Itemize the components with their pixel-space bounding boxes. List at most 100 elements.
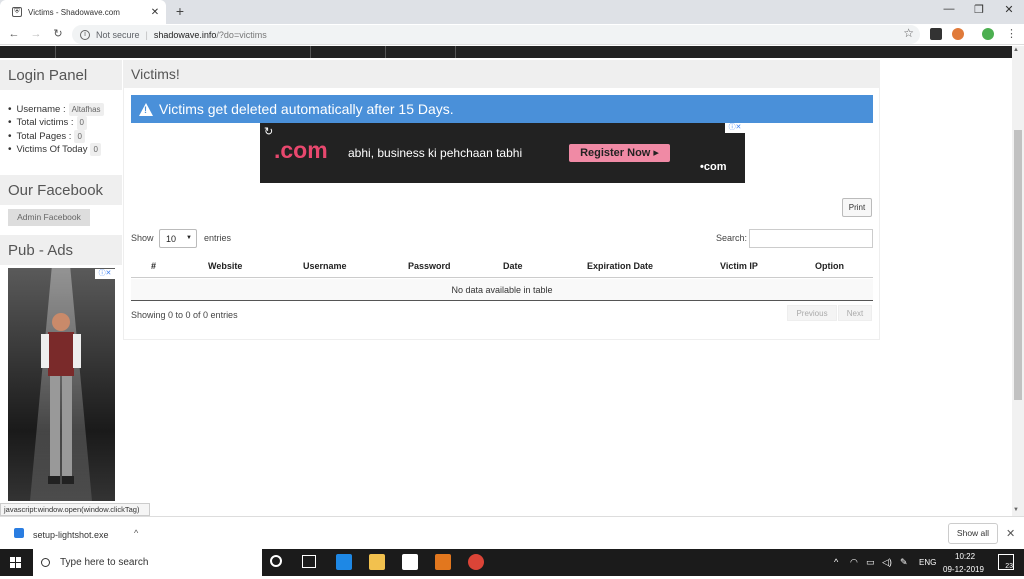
address-bar[interactable]: i Not secure | shadowave.info /?do=victi… [72,25,920,44]
stat-label: Username : [16,104,66,115]
stat-total-victims: Total victims :0 [8,116,120,130]
search-label: Search: [716,233,748,243]
cortana-icon[interactable] [270,555,282,567]
info-alert: ! Victims get deleted automatically afte… [131,95,873,123]
extension-m-icon[interactable] [930,28,942,40]
print-button[interactable]: Print [842,198,872,217]
column-header[interactable]: Password [408,261,451,271]
ad-register-button[interactable]: Register Now ▸ [569,144,670,162]
new-tab-button[interactable]: + [172,3,188,21]
clock-date[interactable]: 09-12-2019 [943,565,984,574]
close-tab-icon[interactable]: ✕ [148,7,162,18]
banner-ad[interactable]: ↻ .com abhi, business ki pehchaan tabhi … [260,123,745,183]
entries-label: entries [204,233,232,243]
close-download-bar-icon[interactable]: ✕ [1006,527,1015,540]
chrome-icon[interactable] [468,554,484,570]
page-length-value: 10 [166,234,177,244]
previous-button[interactable]: Previous [787,305,837,321]
scroll-up-icon[interactable]: ▲ [1013,47,1019,53]
sidebar-ad-image[interactable]: ⓘ✕ [8,268,115,501]
maximize-icon[interactable]: ❐ [964,3,994,21]
facebook-heading: Our Facebook [0,175,122,205]
stat-value: 0 [76,116,87,130]
download-filename[interactable]: setup-lightshot.exe [33,530,109,540]
column-header[interactable]: Expiration Date [587,261,653,271]
tray-chevron-icon[interactable]: ^ [834,557,838,567]
column-header[interactable]: Date [503,261,523,271]
column-header[interactable]: Username [303,261,347,271]
task-view-icon[interactable] [302,555,316,568]
stat-username: Username :Altafhas [8,103,120,117]
volume-icon[interactable]: ◁) [882,557,892,568]
battery-icon[interactable]: ▭ [866,557,875,568]
table-empty-row: No data available in table [131,279,873,301]
ad-dotcom-logo: .com [274,137,328,163]
show-label: Show [131,233,154,243]
admin-facebook-button[interactable]: Admin Facebook [8,209,90,226]
security-label: Not secure [96,29,140,40]
page-length-select[interactable]: 10 ▼ [159,229,197,248]
extension-ball-icon[interactable] [952,28,964,40]
url-path: /?do=victims [216,29,267,40]
language-indicator[interactable]: ENG [919,558,936,567]
link-status-bar: javascript:window.open(window.clickTag) [0,503,150,516]
file-explorer-icon[interactable] [369,554,385,570]
wifi-icon[interactable]: ◠ [850,557,858,568]
next-button[interactable]: Next [838,305,872,321]
table-info: Showing 0 to 0 of 0 entries [131,310,238,320]
browser-tab[interactable]: ⛨ Victims - Shadowave.com ✕ [0,0,166,24]
ad-small-logo: •com [700,161,727,173]
column-header[interactable]: Option [815,261,844,271]
notification-icon[interactable]: 23 [998,554,1014,570]
scrollbar-thumb[interactable] [1014,130,1022,400]
search-icon [41,558,50,567]
store-icon[interactable] [402,554,418,570]
show-all-button[interactable]: Show all [948,523,998,544]
installer-file-icon [14,528,24,538]
bookmark-star-icon[interactable]: ☆ [903,26,914,40]
ad-tagline: abhi, business ki pehchaan tabhi [348,146,523,160]
page-title: Victims! [123,60,880,88]
shield-favicon-icon: ⛨ [12,7,22,17]
taskbar-search-placeholder: Type here to search [60,557,149,568]
nav-divider [310,46,311,58]
scroll-down-icon[interactable]: ▼ [1013,507,1019,513]
url-host: shadowave.info [153,29,217,40]
nav-divider [55,46,56,58]
column-header[interactable]: Website [208,261,242,271]
stat-label: Total Pages : [16,130,72,142]
reload-icon[interactable]: ↻ [50,26,66,42]
pen-icon[interactable]: ✎ [900,557,908,568]
back-arrow-icon[interactable]: ← [6,26,22,42]
column-header[interactable]: Victim IP [720,261,758,271]
taskbar-search-box[interactable]: Type here to search [33,549,262,576]
ads-heading: Pub - Ads [0,235,122,265]
clock-time[interactable]: 10:22 [955,552,975,561]
table-header: # Website Username Password Date Expirat… [131,256,873,278]
caret-down-icon: ▼ [186,235,192,241]
nav-divider [455,46,456,58]
site-top-nav [0,46,1012,58]
stat-label: Total victims : [16,117,74,129]
profile-avatar-icon[interactable] [982,28,994,40]
edge-icon[interactable] [336,554,352,570]
info-icon[interactable]: i [80,29,90,40]
stat-label: Victims Of Today [16,143,88,155]
xampp-icon[interactable] [435,554,451,570]
ad-choices-icon[interactable]: ⓘ✕ [725,123,745,133]
warning-icon: ! [139,102,153,116]
column-header[interactable]: # [151,261,156,271]
menu-kebab-icon[interactable]: ⋮ [1006,27,1017,40]
refresh-icon: ↻ [264,126,274,138]
chevron-up-icon[interactable]: ^ [134,528,138,538]
windows-start-icon[interactable] [0,549,32,576]
forward-arrow-icon[interactable]: → [28,26,44,42]
minimize-icon[interactable]: — [934,3,964,21]
close-window-icon[interactable]: ✕ [994,3,1024,21]
download-bar [0,516,1024,549]
ad-choices-icon[interactable]: ⓘ✕ [95,269,115,279]
search-input[interactable] [749,229,873,248]
nav-divider [385,46,386,58]
stat-value: 0 [90,142,101,157]
stat-total-pages: Total Pages :0 [8,129,120,143]
